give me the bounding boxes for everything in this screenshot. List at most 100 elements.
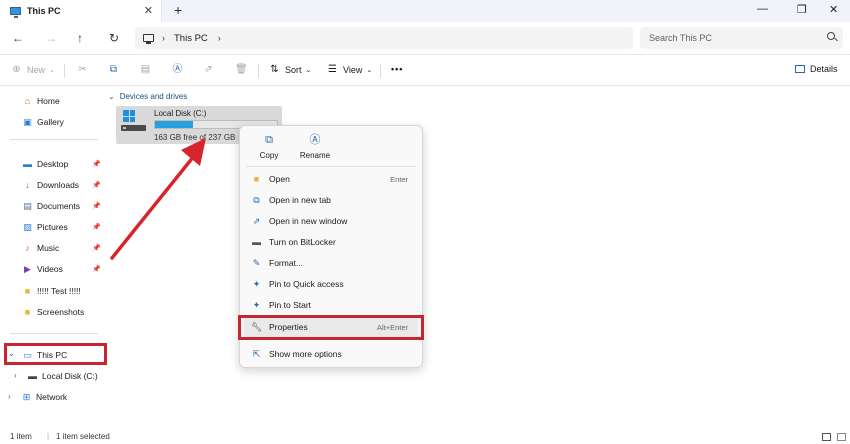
chevron-right-icon[interactable]: › [218, 33, 221, 43]
more-options-button[interactable]: ••• [391, 64, 403, 74]
sidebar-item-label: Music [37, 243, 60, 253]
sidebar-item-test-folder[interactable]: ■ !!!!! Test !!!!! [0, 282, 108, 300]
menu-item-open[interactable]: ■ Open Enter [244, 169, 418, 189]
copy-icon: ⧉ [265, 134, 273, 146]
view-button[interactable]: ☰ View ⌄ [327, 64, 372, 75]
videos-icon: ▶ [24, 264, 31, 274]
address-bar[interactable]: › This PC › [135, 27, 633, 49]
pictures-icon: ▨ [23, 222, 32, 232]
sidebar-item-screenshots[interactable]: ■ Screenshots [0, 303, 108, 321]
sidebar-item-documents[interactable]: ▤ Documents 📌 [0, 197, 108, 215]
pc-icon [10, 7, 21, 18]
menu-item-format[interactable]: ✎ Format... [244, 253, 418, 273]
divider [10, 139, 98, 140]
menu-item-open-new-tab[interactable]: ⧉ Open in new tab [244, 190, 418, 210]
menu-item-label: Show more options [269, 349, 342, 359]
tiles-view-icon[interactable] [837, 433, 846, 441]
menu-item-pin-quick-access[interactable]: ✦ Pin to Quick access [244, 274, 418, 294]
menu-item-open-new-window[interactable]: ⇗ Open in new window [244, 211, 418, 231]
music-icon: ♪ [25, 243, 30, 253]
pin-icon[interactable]: 📌 [92, 244, 101, 252]
menu-item-bitlocker[interactable]: ▬ Turn on BitLocker [244, 232, 418, 252]
forward-button[interactable]: → [45, 31, 57, 45]
tab-this-pc[interactable]: This PC ✕ [0, 0, 162, 22]
context-rename-button[interactable]: Ⓐ Rename [294, 134, 336, 160]
cut-button[interactable]: ✂ [77, 64, 93, 75]
sidebar-item-label: Videos [37, 264, 63, 274]
details-button[interactable]: Details [795, 64, 838, 74]
context-rename-label: Rename [299, 151, 331, 160]
sidebar-item-pictures[interactable]: ▨ Pictures 📌 [0, 218, 108, 236]
menu-item-label: Format... [269, 258, 304, 268]
copy-button[interactable]: ⧉ [108, 64, 124, 75]
sidebar-item-videos[interactable]: ▶ Videos 📌 [0, 260, 108, 278]
network-icon: ⊞ [22, 392, 31, 402]
menu-item-label: Open in new window [269, 216, 348, 226]
disk-icon [121, 125, 146, 131]
properties-highlight-box [238, 315, 424, 340]
new-label: New [27, 64, 46, 75]
item-count: 1 item [10, 432, 32, 441]
sidebar-item-music[interactable]: ♪ Music 📌 [0, 239, 108, 257]
context-copy-button[interactable]: ⧉ Copy [248, 134, 290, 160]
status-bar: 1 item | 1 item selected [0, 430, 850, 444]
menu-item-label: Pin to Quick access [269, 279, 344, 289]
new-tab-button[interactable]: + [174, 2, 182, 18]
pin-icon[interactable]: 📌 [92, 202, 101, 210]
pin-icon[interactable]: 📌 [92, 181, 101, 189]
close-tab-icon[interactable]: ✕ [144, 4, 153, 17]
share-icon: ⇗ [204, 64, 213, 75]
menu-item-pin-start[interactable]: ✦ Pin to Start [244, 295, 418, 315]
content-pane: ⌄ Devices and drives Local Disk (C:) 163… [108, 87, 850, 430]
paste-button[interactable]: ▤ [140, 64, 156, 75]
search-input[interactable]: Search This PC [640, 27, 843, 49]
details-view-icon[interactable] [822, 433, 831, 441]
pin-icon[interactable]: 📌 [92, 160, 101, 168]
group-header-devices[interactable]: ⌄ Devices and drives [108, 92, 187, 101]
folder-icon: ■ [24, 307, 31, 317]
sidebar-item-network[interactable]: ⊞ Network [0, 388, 108, 406]
new-button[interactable]: ⊕ New ⌄ [11, 64, 55, 75]
sidebar-item-local-disk[interactable]: ▬ Local Disk (C:) [0, 367, 108, 385]
drive-free-space: 163 GB free of 237 GB [154, 133, 236, 142]
breadcrumb-this-pc[interactable]: This PC [174, 33, 208, 44]
back-button[interactable]: ← [12, 31, 24, 45]
documents-icon: ▤ [23, 201, 32, 211]
rename-icon: Ⓐ [309, 134, 321, 146]
sidebar-item-gallery[interactable]: ▣ Gallery [0, 113, 108, 131]
pin-icon: ✦ [252, 299, 261, 310]
search-icon [827, 32, 835, 40]
group-label: Devices and drives [119, 92, 188, 101]
sidebar-item-label: Downloads [37, 180, 80, 190]
sidebar-item-home[interactable]: ⌂ Home [0, 92, 108, 110]
chevron-right-icon: › [162, 33, 165, 43]
delete-button[interactable]: 🗑 [235, 64, 251, 75]
sidebar-item-label: Documents [37, 201, 80, 211]
new-icon: ⊕ [12, 64, 21, 75]
disk-icon: ▬ [28, 371, 37, 381]
pin-icon[interactable]: 📌 [92, 265, 101, 273]
close-window-button[interactable]: ✕ [829, 3, 838, 16]
sidebar-item-label: Desktop [37, 159, 69, 169]
pin-icon[interactable]: 📌 [92, 223, 101, 231]
rename-icon: Ⓐ [172, 64, 183, 75]
drive-icon [121, 110, 147, 138]
pc-icon [143, 34, 154, 44]
minimize-button[interactable]: — [757, 3, 768, 15]
menu-item-show-more-options[interactable]: ⇱ Show more options [244, 344, 418, 364]
divider [10, 333, 98, 334]
sort-icon: ⇅ [270, 64, 279, 75]
rename-button[interactable]: Ⓐ [172, 64, 188, 75]
sidebar-item-downloads[interactable]: ↓ Downloads 📌 [0, 176, 108, 194]
navigation-pane: ⌂ Home ▣ Gallery ▬ Desktop 📌 ↓ Downloads… [0, 87, 108, 430]
trash-icon: 🗑 [235, 64, 248, 75]
sidebar-item-desktop[interactable]: ▬ Desktop 📌 [0, 155, 108, 173]
up-button[interactable]: ↑ [77, 31, 83, 45]
refresh-button[interactable]: ↻ [109, 31, 119, 45]
share-button[interactable]: ⇗ [203, 64, 219, 75]
new-tab-icon: ⧉ [253, 194, 260, 205]
pin-icon: ✦ [252, 278, 261, 289]
paste-icon: ▤ [140, 64, 151, 75]
maximize-button[interactable]: ❐ [797, 3, 807, 16]
sort-button[interactable]: ⇅ Sort ⌄ [269, 64, 311, 75]
